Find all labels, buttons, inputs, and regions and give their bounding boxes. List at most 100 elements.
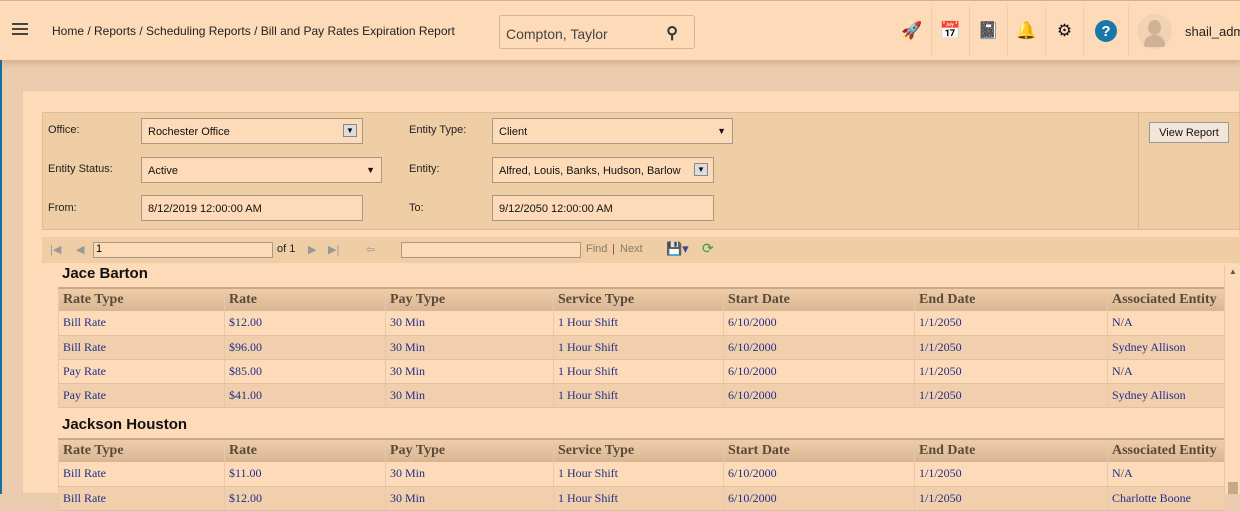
column-header: End Date bbox=[914, 438, 1108, 462]
separator: | bbox=[612, 243, 615, 255]
column-header: Service Type bbox=[553, 287, 724, 311]
chevron-down-icon[interactable]: ▼ bbox=[694, 163, 708, 176]
column-header: Associated Entity bbox=[1107, 438, 1225, 462]
column-header: Associated Entity bbox=[1107, 287, 1225, 311]
column-header: End Date bbox=[914, 287, 1108, 311]
table-cell[interactable]: Pay Rate bbox=[58, 359, 225, 384]
next-page-icon[interactable]: ▶ bbox=[308, 243, 316, 256]
office-select[interactable]: Rochester Office ▼ bbox=[141, 118, 363, 144]
table-cell: 30 Min bbox=[385, 335, 554, 360]
table-cell: 1/1/2050 bbox=[914, 486, 1108, 511]
table-cell: 1 Hour Shift bbox=[553, 462, 724, 487]
help-icon[interactable]: ? bbox=[1083, 6, 1129, 56]
table-cell: $11.00 bbox=[224, 462, 386, 487]
table-cell: 1/1/2050 bbox=[914, 462, 1108, 487]
divider bbox=[1138, 113, 1139, 229]
entity-type-select[interactable]: Client ▼ bbox=[492, 118, 733, 144]
back-icon[interactable]: ⇦ bbox=[366, 243, 375, 256]
table-row: Pay Rate $85.00 30 Min 1 Hour Shift 6/10/200… bbox=[58, 359, 1225, 384]
refresh-icon[interactable]: ⟳ bbox=[702, 240, 714, 257]
table-cell: 6/10/2000 bbox=[723, 359, 915, 384]
entity-status-select[interactable]: Active ▼ bbox=[141, 157, 382, 183]
hamburger-menu-icon[interactable] bbox=[12, 23, 28, 35]
last-page-icon[interactable]: ▶| bbox=[328, 243, 339, 256]
table-cell: 1 Hour Shift bbox=[553, 311, 724, 336]
table-cell[interactable]: Bill Rate bbox=[58, 462, 225, 487]
entity-status-value: Active bbox=[148, 165, 178, 177]
entity-type-label: Entity Type: bbox=[409, 124, 467, 136]
table-cell: 6/10/2000 bbox=[723, 486, 915, 511]
table-cell: N/A bbox=[1107, 462, 1225, 487]
scroll-up-icon[interactable]: ▲ bbox=[1229, 267, 1237, 276]
entity-status-label: Entity Status: bbox=[48, 163, 113, 175]
column-header: Rate bbox=[224, 438, 386, 462]
group-title: Jace Barton bbox=[62, 265, 148, 282]
table-header: Rate Type Rate Pay Type Service Type Start D… bbox=[58, 287, 1225, 311]
calendar-icon[interactable]: 📅 bbox=[931, 6, 969, 56]
table-cell: 1 Hour Shift bbox=[553, 359, 724, 384]
entity-select[interactable]: Alfred, Louis, Banks, Hudson, Barlow ▼ bbox=[492, 157, 714, 183]
table-cell: $96.00 bbox=[224, 335, 386, 360]
username[interactable]: shail_adm bbox=[1185, 24, 1240, 39]
to-date-input[interactable]: 9/12/2050 12:00:00 AM bbox=[492, 195, 714, 221]
table-row: Bill Rate $12.00 30 Min 1 Hour Shift 6/10/20… bbox=[58, 311, 1225, 336]
table-cell: 1/1/2050 bbox=[914, 383, 1108, 408]
page-number-input[interactable]: 1 bbox=[93, 242, 273, 258]
avatar[interactable] bbox=[1137, 14, 1172, 49]
previous-page-icon[interactable]: ◀ bbox=[76, 243, 84, 256]
find-input[interactable] bbox=[401, 242, 581, 258]
rates-table: Rate Type Rate Pay Type Service Type Start D… bbox=[58, 438, 1225, 511]
contacts-icon[interactable]: 📓 bbox=[969, 6, 1007, 56]
office-label: Office: bbox=[48, 124, 80, 136]
chevron-down-icon: ▼ bbox=[366, 165, 375, 175]
table-cell[interactable]: Bill Rate bbox=[58, 486, 225, 511]
table-cell: N/A bbox=[1107, 359, 1225, 384]
table-row: Pay Rate $41.00 30 Min 1 Hour Shift 6/10/200… bbox=[58, 383, 1225, 408]
column-header: Pay Type bbox=[385, 287, 554, 311]
chevron-down-icon[interactable]: ▼ bbox=[343, 124, 357, 137]
first-page-icon[interactable]: |◀ bbox=[50, 243, 61, 256]
top-header: Home / Reports / Scheduling Reports / Bi… bbox=[0, 0, 1240, 60]
next-link[interactable]: Next bbox=[620, 243, 643, 255]
table-row: Bill Rate $96.00 30 Min 1 Hour Shift 6/10/20… bbox=[58, 335, 1225, 360]
table-cell[interactable]: Pay Rate bbox=[58, 383, 225, 408]
gear-icon[interactable]: ⚙ bbox=[1045, 6, 1083, 56]
rocket-icon[interactable]: 🚀 bbox=[893, 6, 931, 56]
table-cell: 30 Min bbox=[385, 359, 554, 384]
breadcrumb: Home / Reports / Scheduling Reports / Bi… bbox=[52, 24, 455, 38]
page-count: of 1 bbox=[277, 243, 296, 255]
table-cell: 30 Min bbox=[385, 462, 554, 487]
table-cell[interactable]: Bill Rate bbox=[58, 311, 225, 336]
table-cell: Charlotte Boone bbox=[1107, 486, 1225, 511]
column-header: Rate bbox=[224, 287, 386, 311]
table-cell: 1 Hour Shift bbox=[553, 486, 724, 511]
to-label: To: bbox=[409, 202, 424, 214]
search-box[interactable]: Compton, Taylor ⚲ bbox=[499, 15, 695, 49]
table-cell: 30 Min bbox=[385, 486, 554, 511]
scrollbar[interactable]: ▲ bbox=[1224, 265, 1240, 494]
table-header: Rate Type Rate Pay Type Service Type Start D… bbox=[58, 438, 1225, 462]
table-cell: 30 Min bbox=[385, 383, 554, 408]
table-cell: 6/10/2000 bbox=[723, 383, 915, 408]
office-value: Rochester Office bbox=[148, 126, 230, 138]
from-date-input[interactable]: 8/12/2019 12:00:00 AM bbox=[141, 195, 363, 221]
column-header: Service Type bbox=[553, 438, 724, 462]
table-cell: 6/10/2000 bbox=[723, 462, 915, 487]
scroll-thumb[interactable] bbox=[1228, 482, 1238, 494]
search-input[interactable]: Compton, Taylor bbox=[506, 26, 608, 42]
table-cell: N/A bbox=[1107, 311, 1225, 336]
search-icon[interactable]: ⚲ bbox=[666, 23, 678, 43]
column-header: Start Date bbox=[723, 438, 915, 462]
column-header: Start Date bbox=[723, 287, 915, 311]
table-cell: 1/1/2050 bbox=[914, 359, 1108, 384]
table-cell[interactable]: Bill Rate bbox=[58, 335, 225, 360]
entity-label: Entity: bbox=[409, 163, 440, 175]
find-link[interactable]: Find bbox=[586, 243, 607, 255]
bell-icon[interactable]: 🔔 bbox=[1007, 6, 1045, 56]
view-report-button[interactable]: View Report bbox=[1149, 122, 1229, 143]
table-cell: 30 Min bbox=[385, 311, 554, 336]
export-icon[interactable]: 💾▾ bbox=[666, 241, 689, 257]
left-accent-bar bbox=[0, 60, 2, 494]
group-title: Jackson Houston bbox=[62, 416, 188, 433]
table-row: Bill Rate $12.00 30 Min 1 Hour Shift 6/10/20… bbox=[58, 486, 1225, 511]
